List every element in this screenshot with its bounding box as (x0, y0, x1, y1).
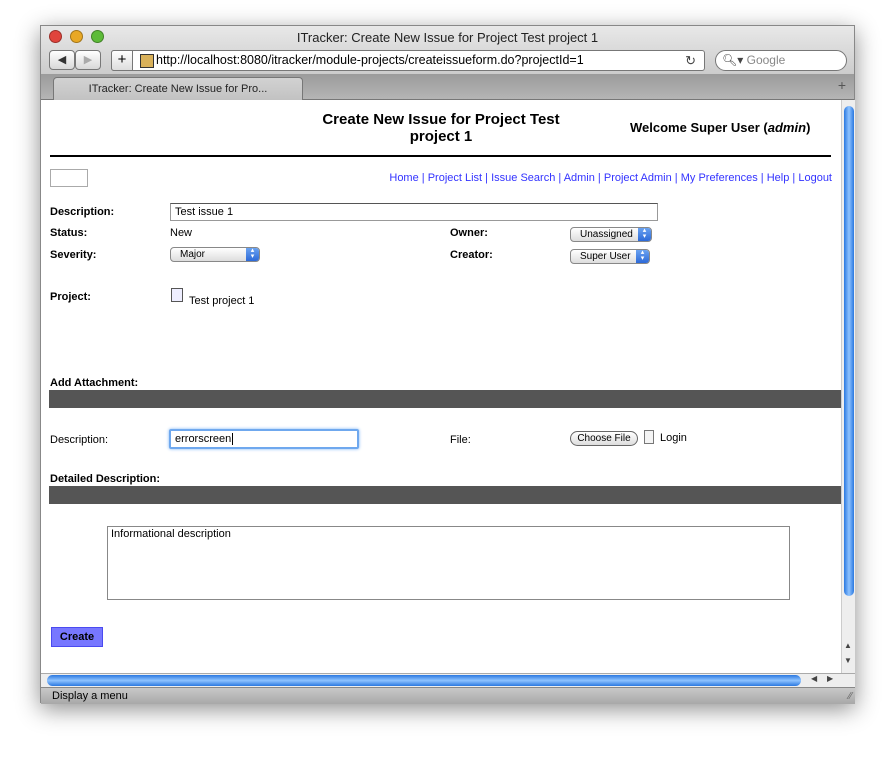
owner-select[interactable]: Unassigned ▴ ▾ (570, 227, 652, 242)
favicon-icon (140, 54, 154, 68)
status-bar: Display a menu ⁄⁄ (41, 687, 855, 704)
nav-separator: | (671, 172, 681, 184)
status-label: Status: (50, 227, 88, 239)
horizontal-scroll-thumb[interactable] (47, 675, 801, 686)
description-label: Description: (50, 206, 115, 218)
tab-active[interactable]: ITracker: Create New Issue for Pro... (53, 77, 303, 100)
welcome-username: admin (767, 120, 807, 135)
file-name: Login (660, 432, 687, 444)
add-attachment-label: Add Attachment: (50, 377, 139, 389)
detailed-description-label: Detailed Description: (50, 473, 161, 485)
severity-label: Severity: (50, 249, 97, 261)
severity-value: Major (180, 249, 206, 260)
header-divider (50, 155, 831, 157)
url-text: http://localhost:8080/itracker/module-pr… (156, 53, 584, 67)
scroll-down-arrow-icon[interactable]: ▼ (844, 656, 852, 665)
file-document-icon (644, 430, 654, 444)
nav-link-admin[interactable]: Admin (564, 172, 595, 184)
detailed-description-textarea[interactable]: Informational description (107, 526, 790, 600)
creator-label: Creator: (450, 249, 493, 261)
owner-label: Owner: (450, 227, 488, 239)
description-input[interactable]: Test issue 1 (170, 203, 658, 221)
select-arrows-icon: ▴ ▾ (636, 249, 649, 263)
nav-links: Home | Project List | Issue Search | Adm… (389, 172, 832, 184)
tab-bar: ITracker: Create New Issue for Pro... + (41, 74, 854, 100)
scroll-up-arrow-icon[interactable]: ▲ (844, 641, 852, 650)
resize-grip-icon[interactable]: ⁄⁄ (849, 689, 852, 705)
nav-separator: | (789, 172, 799, 184)
welcome-message: Welcome Super User (admin) (630, 120, 810, 135)
nav-link-my-preferences[interactable]: My Preferences (681, 172, 758, 184)
address-bar[interactable]: + http://localhost:8080/itracker/module-… (111, 50, 705, 71)
page-content: Create New Issue for Project Test projec… (41, 100, 841, 673)
file-label: File: (450, 434, 471, 446)
choose-file-button[interactable]: Choose File (570, 431, 638, 446)
nav-separator: | (594, 172, 604, 184)
nav-separator: | (482, 172, 492, 184)
nav-link-logout[interactable]: Logout (798, 172, 832, 184)
browser-window: ITracker: Create New Issue for Project T… (40, 25, 855, 704)
nav-separator: | (757, 172, 767, 184)
status-value: New (170, 227, 193, 239)
nav-separator: | (418, 172, 428, 184)
project-value: Test project 1 (189, 295, 255, 307)
text-cursor (232, 433, 234, 445)
nav-link-issue-search[interactable]: Issue Search (491, 172, 555, 184)
status-text: Display a menu (52, 690, 128, 702)
page-title: Create New Issue for Project Test projec… (322, 111, 560, 145)
back-button[interactable]: ◀ (49, 50, 75, 70)
select-arrows-icon: ▴ ▾ (246, 247, 259, 261)
creator-select[interactable]: Super User ▴ ▾ (570, 249, 650, 264)
welcome-suffix: ) (806, 120, 811, 135)
title-bar: ITracker: Create New Issue for Project T… (41, 26, 854, 100)
create-button[interactable]: Create (51, 627, 103, 647)
search-field[interactable]: 🔍︎▾ Google (715, 50, 847, 71)
project-label: Project: (50, 291, 91, 303)
nav-separator: | (555, 172, 564, 184)
attachment-description-label: Description: (50, 434, 109, 446)
vertical-scrollbar[interactable]: ▲ ▼ (841, 100, 855, 673)
scroll-right-arrow-icon[interactable]: ▶ (827, 674, 833, 683)
forward-button[interactable]: ▶ (75, 50, 101, 70)
scroll-left-arrow-icon[interactable]: ◀ (811, 674, 817, 683)
attachment-section-bar (49, 390, 841, 408)
detail-section-bar (49, 486, 841, 504)
severity-select[interactable]: Major ▴ ▾ (170, 247, 260, 262)
nav-link-project-admin[interactable]: Project Admin (604, 172, 672, 184)
search-placeholder: Google (746, 53, 786, 67)
search-icon: 🔍︎▾ (722, 53, 744, 67)
welcome-text: Welcome Super User ( (630, 120, 768, 135)
add-bookmark-icon[interactable]: + (111, 50, 133, 71)
attachment-description-input[interactable]: errorscreen (169, 429, 359, 449)
nav-link-project-list[interactable]: Project List (428, 172, 482, 184)
project-search-icon[interactable] (171, 288, 183, 302)
menu-box[interactable] (50, 169, 88, 187)
window-title: ITracker: Create New Issue for Project T… (296, 30, 599, 45)
nav-link-home[interactable]: Home (389, 172, 418, 184)
creator-value: Super User (580, 251, 631, 262)
reload-icon[interactable]: ↻ (685, 51, 696, 70)
vertical-scroll-thumb[interactable] (844, 106, 854, 596)
attachment-description-value: errorscreen (175, 433, 232, 445)
select-arrows-icon: ▴ ▾ (638, 227, 651, 241)
new-tab-icon[interactable]: + (838, 77, 846, 93)
nav-link-help[interactable]: Help (767, 172, 790, 184)
owner-value: Unassigned (580, 229, 633, 240)
horizontal-scrollbar[interactable]: ◀ ▶ (41, 673, 855, 687)
